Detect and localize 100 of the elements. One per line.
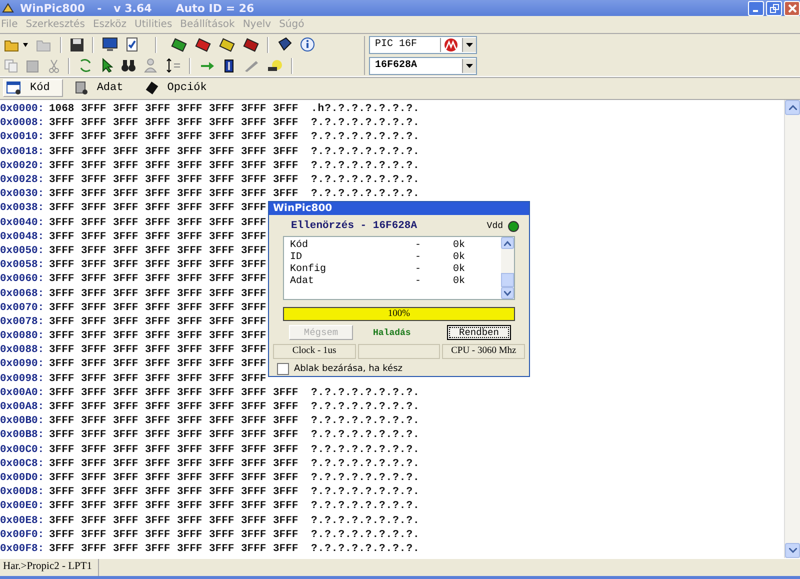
status-text: Har.>Propic2 - LPT1 — [0, 559, 100, 576]
hex-word: 3FFF — [209, 288, 236, 300]
menu-item[interactable]: File — [1, 18, 18, 30]
menu-item[interactable]: Utilities — [134, 18, 172, 30]
tab[interactable]: Kód — [3, 79, 63, 97]
hex-word: 3FFF — [145, 117, 172, 130]
scrollbar[interactable] — [501, 237, 514, 299]
hex-word: 3FFF — [113, 273, 140, 286]
hex-word: 3FFF — [177, 230, 204, 243]
arrows-icon[interactable] — [78, 58, 93, 73]
hex-word: 3FFF — [241, 188, 268, 200]
hex-word: 3FFF — [241, 216, 268, 229]
minimize-button[interactable] — [748, 0, 764, 16]
hex-word: 3FFF — [209, 188, 236, 200]
tab[interactable]: Adat — [70, 79, 136, 97]
hex-word: 3FFF — [81, 358, 108, 370]
hex-word: 3FFF — [81, 216, 108, 229]
menu-item[interactable]: Beállítások — [180, 18, 235, 30]
ascii-text: ?.?.?.?.?.?.?.?. — [311, 514, 420, 527]
resize-icon[interactable] — [165, 58, 181, 73]
pen-icon[interactable] — [243, 58, 259, 72]
scroll-up-button[interactable] — [501, 237, 514, 249]
hex-word: 3FFF — [145, 415, 172, 428]
cursor-icon[interactable] — [101, 58, 113, 73]
info-icon[interactable] — [300, 37, 315, 52]
hex-word: 3FFF — [241, 358, 268, 370]
restore-button[interactable] — [766, 0, 782, 16]
save-icon[interactable] — [70, 38, 84, 52]
scroll-up-button[interactable] — [785, 100, 800, 115]
hex-word: 3FFF — [273, 146, 300, 158]
checkbox[interactable] — [277, 363, 289, 375]
hex-word: 3FFF — [177, 458, 204, 470]
close-button[interactable] — [784, 0, 800, 16]
hex-word: 3FFF — [273, 174, 300, 186]
hex-word: 3FFF — [209, 216, 236, 229]
address-label: 0x0078: — [0, 316, 46, 328]
chevron-down-icon — [504, 290, 511, 296]
hex-word: 3FFF — [49, 542, 76, 555]
scrollbar[interactable] — [784, 100, 800, 558]
hex-word: 3FFF — [49, 401, 76, 414]
hex-word: 3FFF — [177, 401, 204, 414]
hex-word: 3FFF — [241, 131, 268, 144]
device-model-dropdown[interactable]: 16F628A — [369, 56, 477, 74]
hex-word: 3FFF — [209, 429, 236, 442]
hex-word: 3FFF — [209, 344, 236, 356]
hex-word: 3FFF — [113, 542, 140, 555]
ascii-text: ?.?.?.?.?.?.?.?. — [311, 528, 420, 541]
folder-icon[interactable] — [4, 38, 20, 52]
scroll-down-button[interactable] — [501, 287, 514, 299]
caret-icon[interactable] — [23, 42, 28, 46]
scroll-down-button[interactable] — [785, 543, 800, 558]
hex-word: 3FFF — [177, 146, 204, 158]
scroll-thumb[interactable] — [501, 273, 514, 287]
hex-word: 3FFF — [209, 542, 236, 555]
hex-word: 3FFF — [145, 146, 172, 158]
hex-word: 3FFF — [241, 472, 268, 484]
cut-icon[interactable] — [48, 58, 60, 72]
address-label: 0x00B0: — [0, 415, 46, 428]
menu-item[interactable]: Súgó — [279, 18, 304, 30]
hex-word: 3FFF — [113, 386, 140, 399]
menu-item[interactable]: Nyelv — [242, 18, 272, 30]
monitor-icon[interactable] — [102, 37, 118, 52]
hex-word: 3FFF — [81, 302, 108, 314]
menu-item[interactable]: Eszköz — [92, 18, 127, 30]
hex-word: 3FFF — [113, 117, 140, 130]
ascii-text: ?.?.?.?.?.?.?.?. — [311, 160, 420, 172]
person-icon[interactable] — [144, 58, 157, 73]
result-status: 0k — [453, 264, 466, 274]
hex-word: 3FFF — [113, 358, 140, 370]
ok-button[interactable]: Rendben — [447, 325, 511, 340]
hex-word: 3FFF — [81, 472, 108, 484]
hex-word: 3FFF — [177, 358, 204, 370]
hex-word: 3FFF — [113, 230, 140, 243]
hex-word: 3FFF — [241, 244, 268, 257]
menu-item[interactable]: Szerkesztés — [26, 18, 85, 30]
hex-word: 3FFF — [81, 330, 108, 342]
status-panel: Clock - 1us — [273, 344, 356, 359]
hex-word: 3FFF — [81, 131, 108, 144]
device-family-dropdown[interactable]: PIC 16F — [369, 36, 477, 54]
hex-word: 3FFF — [241, 415, 268, 428]
hex-word: 3FFF — [241, 401, 268, 414]
hex-word: 3FFF — [177, 344, 204, 356]
hex-word: 3FFF — [209, 358, 236, 370]
app-icon — [2, 2, 14, 14]
hex-word: 3FFF — [145, 188, 172, 200]
hex-word: 3FFF — [49, 160, 76, 172]
hex-word: 3FFF — [177, 444, 204, 456]
hex-word: 3FFF — [241, 386, 268, 399]
hex-word: 3FFF — [145, 372, 172, 385]
hex-word: 3FFF — [113, 146, 140, 158]
tab[interactable]: Opciók — [143, 79, 219, 97]
window-icon — [6, 81, 22, 95]
hex-word: 3FFF — [273, 386, 300, 399]
binoculars-icon[interactable] — [121, 59, 136, 72]
hex-word: 3FFF — [209, 103, 236, 116]
hex-word: 3FFF — [273, 117, 300, 130]
hex-word: 3FFF — [145, 216, 172, 229]
hex-word: 3FFF — [177, 528, 204, 541]
hex-word: 3FFF — [113, 188, 140, 200]
hex-word: 3FFF — [273, 444, 300, 456]
